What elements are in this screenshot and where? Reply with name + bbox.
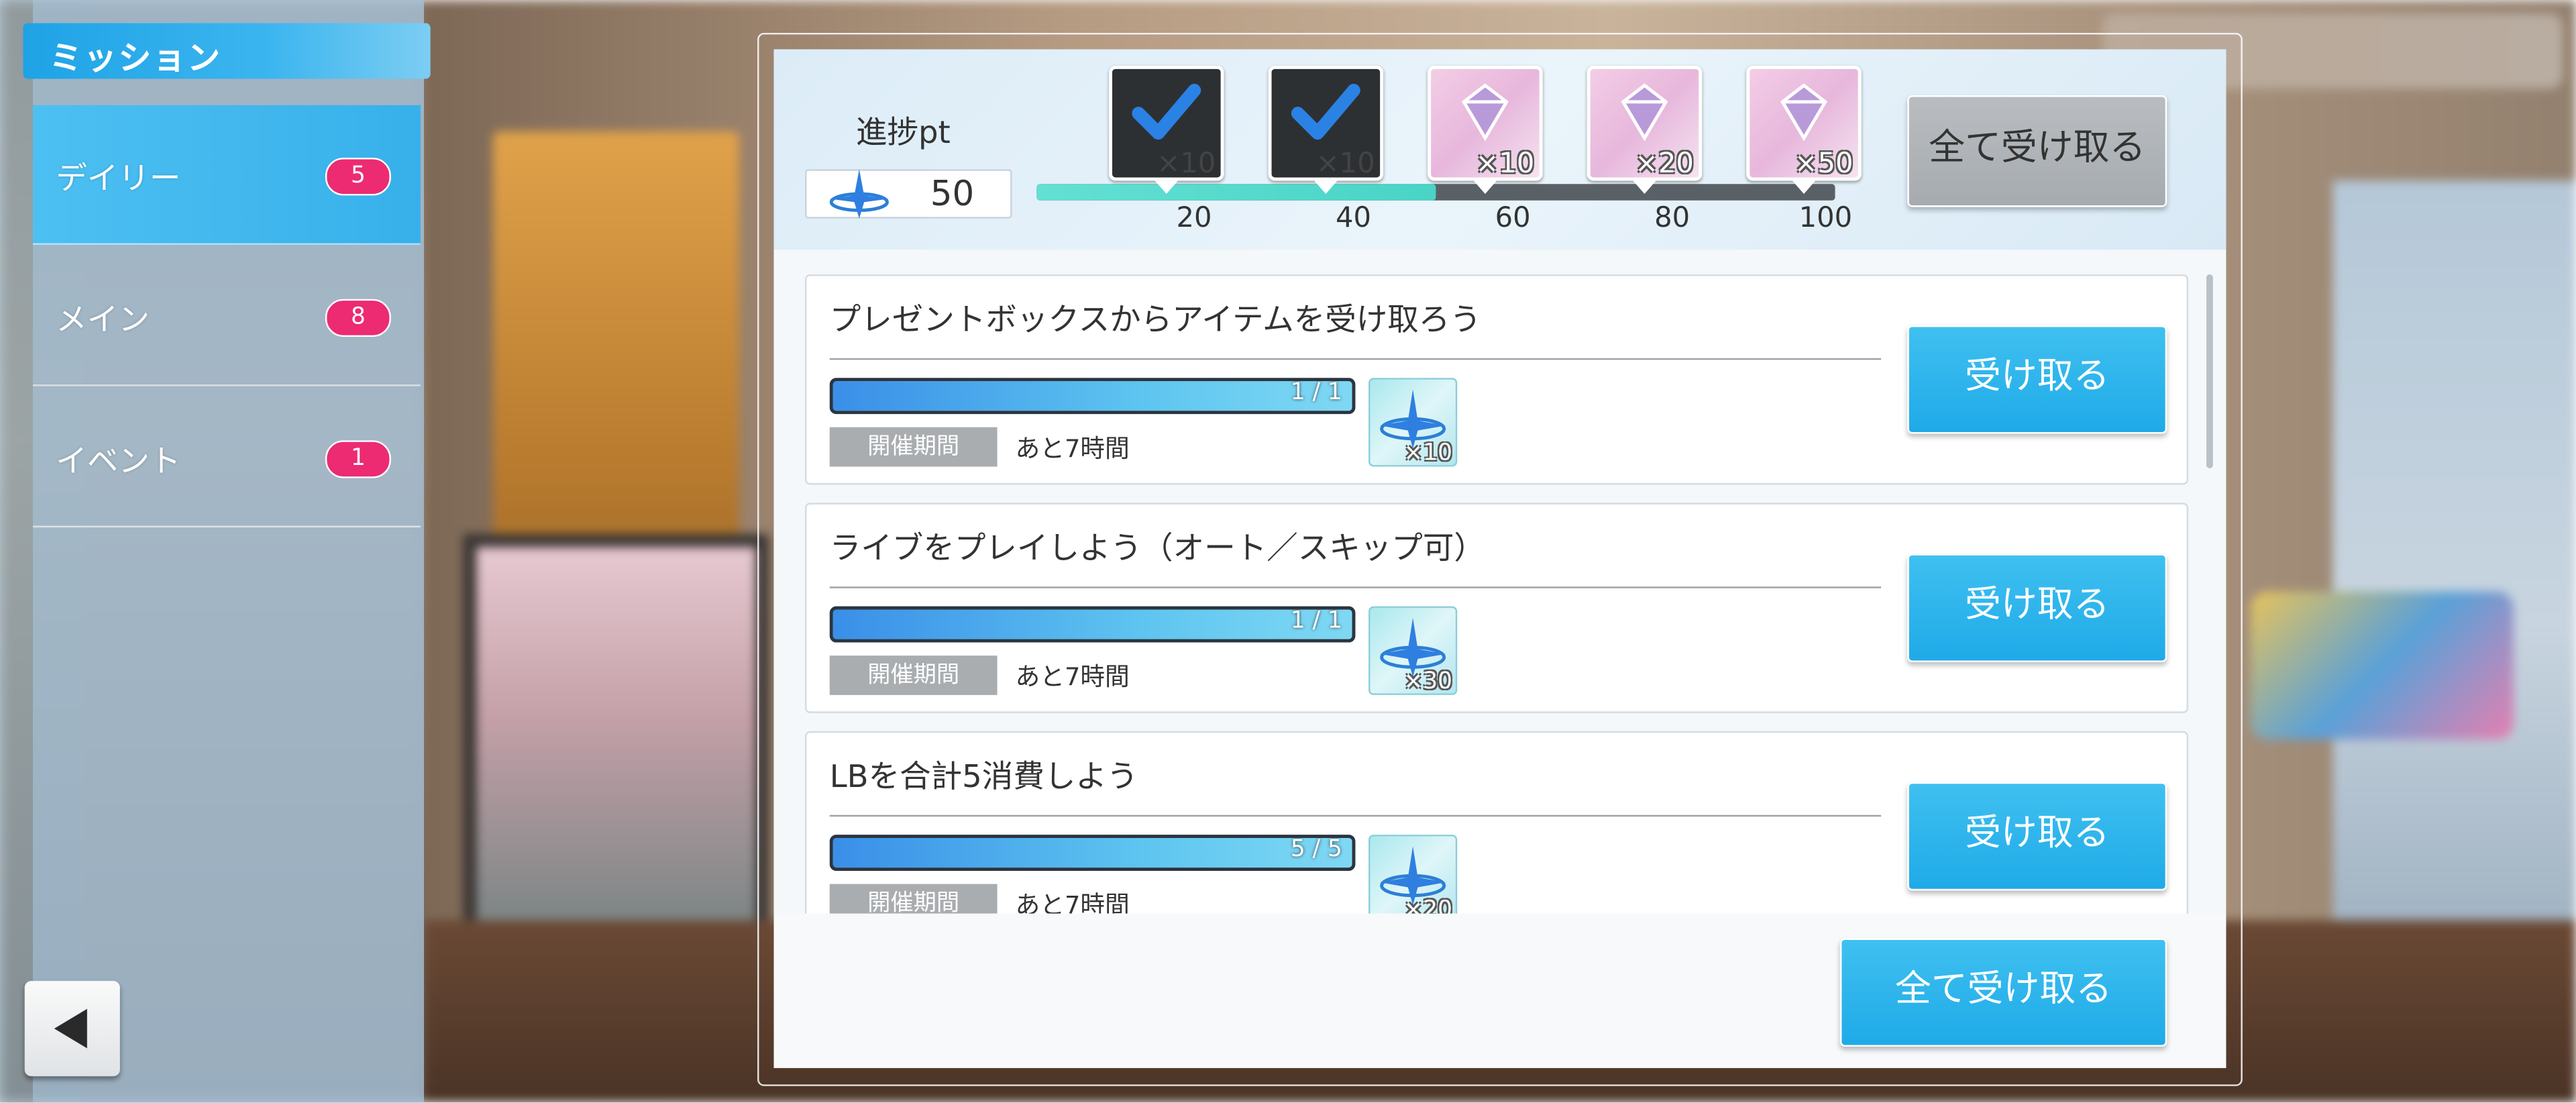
milestone-tick-20: 20 (1176, 202, 1212, 235)
mission-card: ライブをプレイしよう（オート／スキップ可） 1 / 1 開催期間 あと7時間 ×… (805, 503, 2189, 713)
sidebar-item-label: メイン (56, 302, 150, 339)
reward-quantity: ×10 (1403, 440, 1452, 467)
count-badge: 5 (325, 158, 391, 196)
mission-progress-text: 5 / 5 (1290, 836, 1342, 863)
mission-title: ライブをプレイしよう（オート／スキップ可） (829, 531, 1485, 567)
milestone-reward-1[interactable]: ×10 (1109, 65, 1224, 194)
reward-quantity: ×20 (1403, 897, 1452, 914)
reward-quantity: ×10 (1157, 148, 1216, 181)
mission-card: LBを合計5消費しよう 5 / 5 開催期間 あと7時間 ×20 受け取る (805, 731, 2189, 914)
reward-item[interactable]: ×10 (1368, 378, 1458, 467)
milestone-tick-100: 100 (1799, 202, 1853, 235)
reward-quantity: ×10 (1475, 148, 1535, 181)
mission-progress-bar: 1 / 1 (829, 606, 1356, 643)
milestone-tick-60: 60 (1495, 202, 1531, 235)
progress-points-box: 50 (805, 169, 1012, 219)
screen-title-tab: ミッション (23, 23, 431, 79)
mission-progress-text: 1 / 1 (1290, 608, 1342, 635)
divider (829, 815, 1882, 817)
milestone-reward-4[interactable]: ×20 (1587, 65, 1703, 194)
milestone-tick-40: 40 (1336, 202, 1372, 235)
mission-title: LBを合計5消費しよう (829, 759, 1138, 796)
sidebar-item-main[interactable]: メイン 8 (32, 246, 421, 386)
screen-title: ミッション (49, 38, 222, 78)
reward-item[interactable]: ×30 (1368, 606, 1458, 695)
checkmark-icon (1291, 83, 1360, 140)
reward-quantity: ×20 (1635, 148, 1694, 181)
milestone-reward-3[interactable]: ×10 (1428, 65, 1543, 194)
progress-points-label: 進捗pt (855, 115, 951, 152)
checkmark-icon (1132, 83, 1201, 140)
list-scrollbar[interactable] (2206, 274, 2213, 468)
remaining-time: あと7時間 (1015, 433, 1130, 464)
milestone-reward-2[interactable]: ×10 (1268, 65, 1384, 194)
divider (829, 358, 1882, 360)
milestone-tick-80: 80 (1654, 202, 1690, 235)
milestone-track-fill (1036, 184, 1436, 201)
divider (829, 586, 1882, 588)
count-badge: 8 (325, 299, 391, 337)
gem-icon (1621, 83, 1668, 142)
sidebar-item-daily[interactable]: デイリー 5 (32, 105, 421, 245)
reward-quantity: ×30 (1403, 668, 1452, 695)
reward-quantity: ×10 (1316, 148, 1375, 181)
mission-panel: 進捗pt 50 ×10 ×10 ×10 ×20 ×50 20 40 60 80 … (773, 49, 2226, 1068)
claim-all-button[interactable]: 全て受け取る (1839, 938, 2167, 1047)
reward-item[interactable]: ×20 (1368, 835, 1458, 914)
reward-quantity: ×50 (1794, 148, 1854, 181)
count-badge: 1 (325, 440, 391, 478)
sidebar-item-label: デイリー (56, 161, 181, 197)
mission-card: プレゼントボックスからアイテムを受け取ろう 1 / 1 開催期間 あと7時間 ×… (805, 274, 2189, 485)
mission-progress-bar: 5 / 5 (829, 835, 1356, 871)
progress-points-value: 50 (930, 174, 975, 214)
remaining-time: あと7時間 (1015, 890, 1130, 914)
claim-button[interactable]: 受け取る (1907, 782, 2167, 891)
claim-all-rewards-button-disabled[interactable]: 全て受け取る (1907, 95, 2167, 207)
panel-footer: 全て受け取る (773, 913, 2226, 1068)
mission-list[interactable]: プレゼントボックスからアイテムを受け取ろう 1 / 1 開催期間 あと7時間 ×… (773, 250, 2226, 914)
gem-icon (1461, 83, 1509, 142)
claim-button[interactable]: 受け取る (1907, 554, 2167, 662)
star-point-icon (829, 169, 889, 219)
mission-progress-text: 1 / 1 (1290, 379, 1342, 406)
gem-icon (1780, 83, 1828, 142)
period-tag: 開催期間 (829, 655, 998, 695)
sidebar-item-event[interactable]: イベント 1 (32, 388, 421, 528)
milestone-reward-5[interactable]: ×50 (1746, 65, 1862, 194)
progress-header: 進捗pt 50 ×10 ×10 ×10 ×20 ×50 20 40 60 80 … (773, 49, 2226, 250)
period-tag: 開催期間 (829, 884, 998, 914)
remaining-time: あと7時間 (1015, 662, 1130, 692)
back-arrow-button[interactable] (24, 981, 120, 1077)
mission-progress-bar: 1 / 1 (829, 378, 1356, 415)
sidebar-item-label: イベント (56, 443, 181, 480)
period-tag: 開催期間 (829, 427, 998, 467)
claim-button[interactable]: 受け取る (1907, 325, 2167, 434)
mission-title: プレゼントボックスからアイテムを受け取ろう (829, 302, 1481, 339)
